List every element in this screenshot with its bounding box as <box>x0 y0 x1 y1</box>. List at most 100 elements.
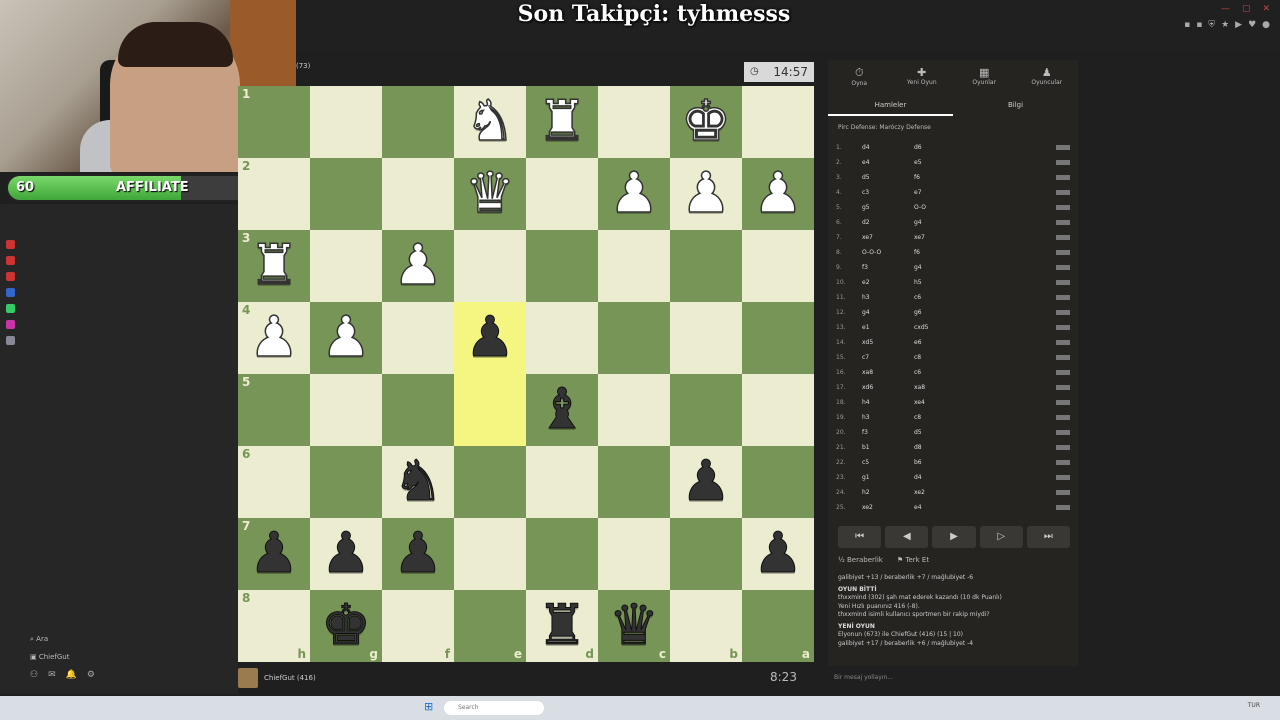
board-square[interactable] <box>742 374 814 446</box>
tab-moves[interactable]: Hamleler <box>828 96 953 116</box>
messenger-icon[interactable] <box>6 288 15 297</box>
board-square[interactable] <box>670 230 742 302</box>
move-row[interactable]: 23. g1 d4 <box>836 470 1070 485</box>
browser-toolbar-icons[interactable]: ▪ ▪ ⛨ ★ ▶ ♥ ● <box>1184 20 1270 30</box>
board-square[interactable] <box>382 86 454 158</box>
move-row[interactable]: 4. c3 e7 <box>836 185 1070 200</box>
board-square[interactable] <box>598 86 670 158</box>
move-row[interactable]: 10. e2 h5 <box>836 275 1070 290</box>
chess-piece[interactable]: ♜ <box>536 93 588 151</box>
board-square[interactable]: ♟ <box>310 518 382 590</box>
white-move[interactable]: b1 <box>862 444 914 451</box>
white-move[interactable]: d2 <box>862 219 914 226</box>
black-move[interactable]: e5 <box>914 159 1034 166</box>
white-move[interactable]: d5 <box>862 174 914 181</box>
board-square[interactable]: ♟ <box>310 302 382 374</box>
move-row[interactable]: 15. c7 c8 <box>836 350 1070 365</box>
board-square[interactable] <box>598 302 670 374</box>
mail-icon[interactable] <box>6 256 15 265</box>
board-square[interactable]: 5 <box>238 374 310 446</box>
move-row[interactable]: 3. d5 f6 <box>836 170 1070 185</box>
tab-1[interactable]: ✚ Yeni Oyun <box>897 66 947 94</box>
black-move[interactable]: d4 <box>914 474 1034 481</box>
whatsapp-icon[interactable] <box>6 304 15 313</box>
nav-button[interactable]: ▶ <box>932 526 976 548</box>
chess-piece[interactable]: ♟ <box>320 525 371 582</box>
move-row[interactable]: 24. h2 xe2 <box>836 485 1070 500</box>
board-square[interactable]: ♟ <box>382 230 454 302</box>
chess-piece[interactable]: ♛ <box>464 165 516 223</box>
board-square[interactable]: ♟ <box>742 518 814 590</box>
board-square[interactable]: 2 <box>238 158 310 230</box>
move-row[interactable]: 9. f3 g4 <box>836 260 1070 275</box>
move-row[interactable]: 8. O-O-O f6 <box>836 245 1070 260</box>
notification-icon[interactable] <box>6 240 15 249</box>
black-move[interactable]: g4 <box>914 264 1034 271</box>
chess-piece[interactable]: ♟ <box>752 525 803 582</box>
puzzle-icon[interactable] <box>6 272 15 281</box>
chess-piece[interactable]: ♟ <box>320 309 372 367</box>
board-square[interactable]: ♟ <box>670 158 742 230</box>
minimize-icon[interactable]: — <box>1221 4 1230 14</box>
board-square[interactable]: ♟ <box>454 302 526 374</box>
left-sidebar-tools[interactable]: ⚇ ✉ 🔔 ⚙ <box>30 670 95 680</box>
black-move[interactable]: f6 <box>914 174 1034 181</box>
black-move[interactable]: O-O <box>914 204 1034 211</box>
window-controls[interactable]: — ▢ ✕ <box>1221 4 1270 14</box>
white-move[interactable]: c3 <box>862 189 914 196</box>
panel-subtabs[interactable]: Hamleler Bilgi <box>828 96 1078 116</box>
board-square[interactable]: ♚ <box>670 86 742 158</box>
white-move[interactable]: g1 <box>862 474 914 481</box>
tab-2[interactable]: ▦ Oyunlar <box>959 66 1009 94</box>
board-square[interactable] <box>670 374 742 446</box>
chess-piece[interactable]: ♛ <box>608 597 659 654</box>
board-square[interactable]: 3 ♜ <box>238 230 310 302</box>
black-move[interactable]: e6 <box>914 339 1034 346</box>
black-move[interactable]: g4 <box>914 219 1034 226</box>
chess-board[interactable]: 1 ♞ ♜ ♚ 2 ♛ ♟ ♟ ♟ 3 ♜ ♟ 4 ♟ ♟ ♟ 5 ♝ 6 ♞ ♟ 7 ♟ ♟ ♟ ♟ 8 h g ♚ f e d ♜ c ♛ b a <box>238 86 814 662</box>
board-square[interactable] <box>310 158 382 230</box>
board-square[interactable] <box>526 158 598 230</box>
nav-button[interactable]: ▷ <box>979 526 1023 548</box>
board-square[interactable] <box>742 302 814 374</box>
move-row[interactable]: 18. h4 xe4 <box>836 395 1070 410</box>
board-square[interactable] <box>382 158 454 230</box>
tab-info[interactable]: Bilgi <box>953 96 1078 116</box>
board-square[interactable] <box>526 230 598 302</box>
board-square[interactable] <box>670 518 742 590</box>
board-square[interactable]: b <box>670 590 742 662</box>
board-square[interactable]: f <box>382 590 454 662</box>
black-move[interactable]: d8 <box>914 444 1034 451</box>
chess-piece[interactable]: ♝ <box>536 381 587 438</box>
board-square[interactable]: e <box>454 590 526 662</box>
board-square[interactable] <box>598 230 670 302</box>
board-square[interactable] <box>310 446 382 518</box>
move-row[interactable]: 1. d4 d6 <box>836 140 1070 155</box>
nav-button[interactable]: ◀ <box>885 526 929 548</box>
board-square[interactable] <box>310 230 382 302</box>
chess-piece[interactable]: ♟ <box>752 165 804 223</box>
move-row[interactable]: 12. g4 g6 <box>836 305 1070 320</box>
chess-piece[interactable]: ♟ <box>680 165 732 223</box>
board-square[interactable]: ♝ <box>526 374 598 446</box>
board-square[interactable]: d ♜ <box>526 590 598 662</box>
chess-piece[interactable]: ♜ <box>536 597 587 654</box>
resign-button[interactable]: ⚑ Terk Et <box>897 556 929 564</box>
white-move[interactable]: e4 <box>862 159 914 166</box>
white-move[interactable]: xd6 <box>862 384 914 391</box>
board-square[interactable]: ♟ <box>670 446 742 518</box>
board-square[interactable]: ♟ <box>598 158 670 230</box>
move-row[interactable]: 6. d2 g4 <box>836 215 1070 230</box>
black-move[interactable]: c8 <box>914 414 1034 421</box>
white-move[interactable]: xa8 <box>862 369 914 376</box>
white-move[interactable]: xd5 <box>862 339 914 346</box>
white-move[interactable]: h2 <box>862 489 914 496</box>
white-move[interactable]: f3 <box>862 429 914 436</box>
taskbar-search[interactable]: Search <box>444 701 544 715</box>
board-square[interactable]: 4 ♟ <box>238 302 310 374</box>
chess-piece[interactable]: ♚ <box>680 93 732 151</box>
black-move[interactable]: xe2 <box>914 489 1034 496</box>
board-square[interactable] <box>454 230 526 302</box>
chess-piece[interactable]: ♟ <box>464 309 515 366</box>
close-icon[interactable]: ✕ <box>1262 4 1270 14</box>
